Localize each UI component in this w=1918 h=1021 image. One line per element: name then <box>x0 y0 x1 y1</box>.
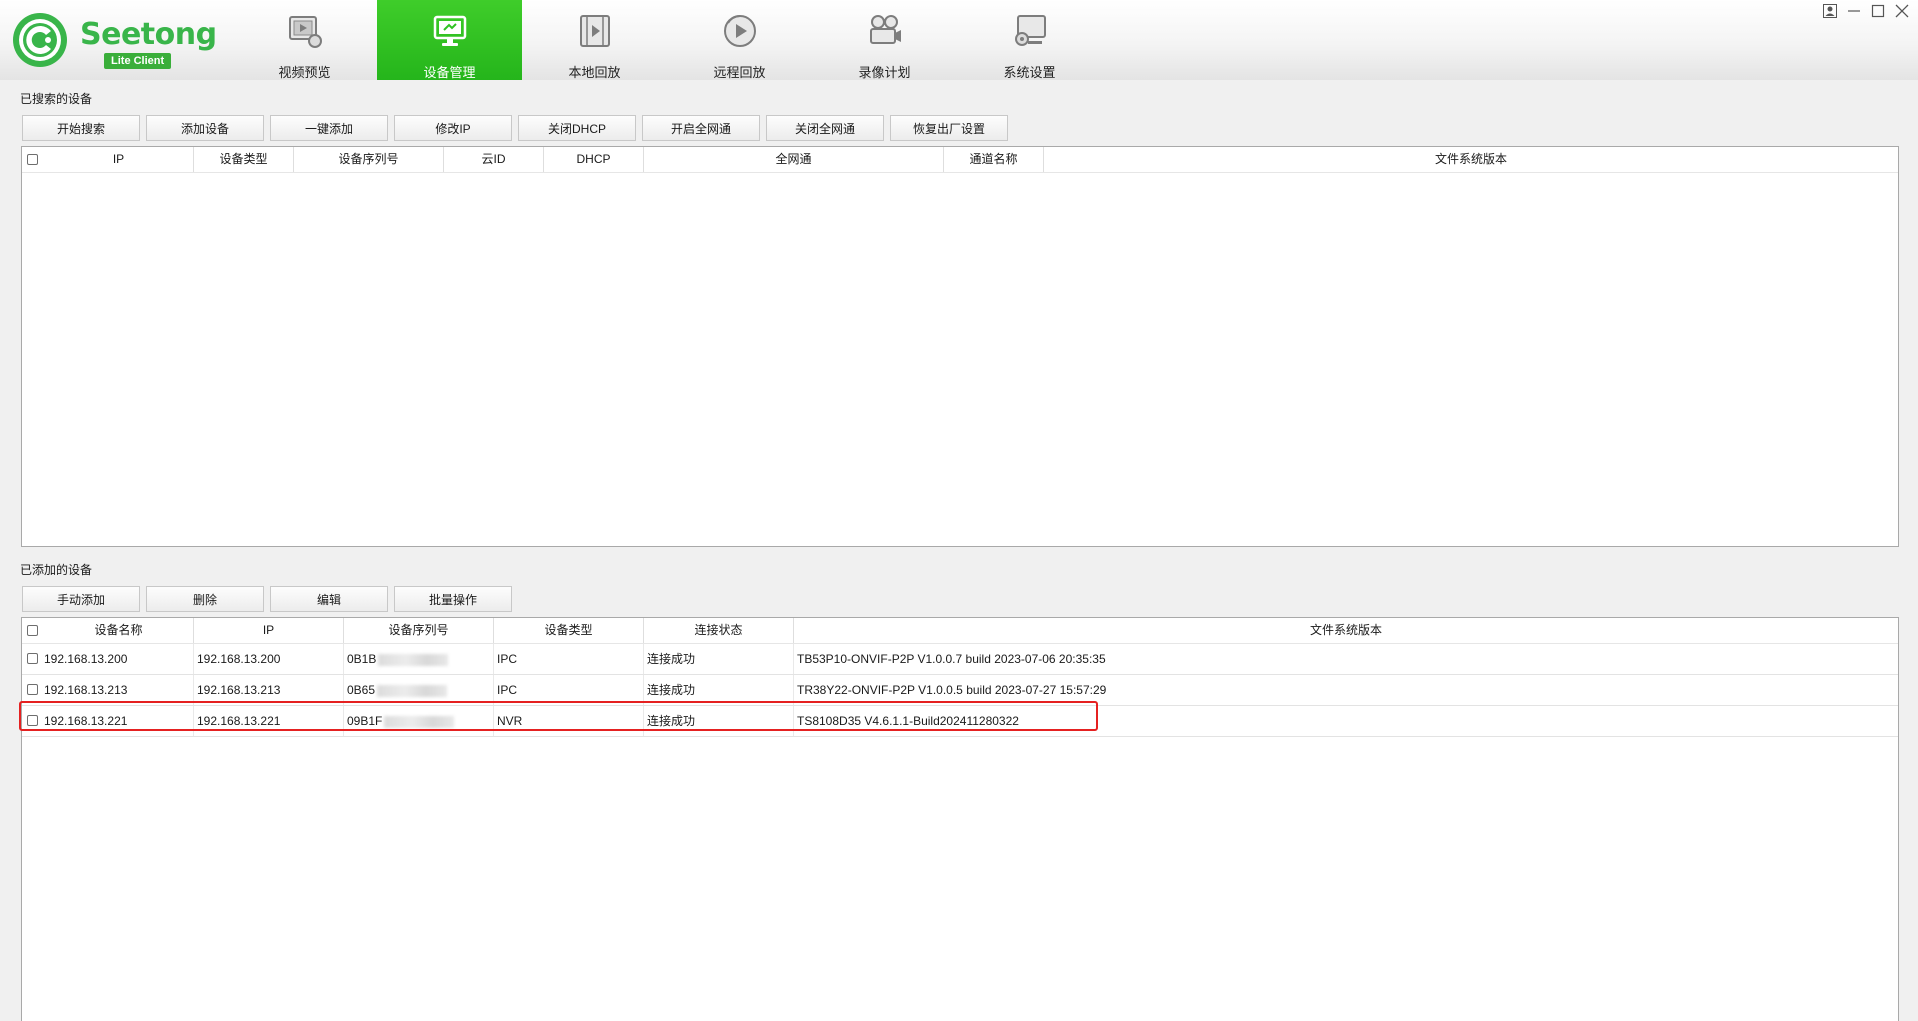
column-header[interactable]: 连接状态 <box>644 618 794 643</box>
column-header[interactable]: 全网通 <box>644 147 944 172</box>
manual-add-button[interactable]: 手动添加 <box>22 586 140 612</box>
added-devices-table: 设备名称 IP 设备序列号 设备类型 连接状态 文件系统版本 192.168.1… <box>21 617 1899 1021</box>
table-row[interactable]: 192.168.13.221 192.168.13.221 09B1F NVR … <box>22 706 1898 737</box>
connection-status-cell: 连接成功 <box>644 675 794 705</box>
app-header: Seetong Lite Client 视频预览 设备管理 本地回放 远程回放 … <box>0 0 1918 80</box>
start-search-button[interactable]: 开始搜索 <box>22 115 140 141</box>
searched-devices-title: 已搜索的设备 <box>20 92 93 106</box>
redacted-serial <box>377 684 448 697</box>
user-icon[interactable] <box>1820 1 1840 21</box>
added-toolbar: 手动添加 删除 编辑 批量操作 <box>22 586 512 612</box>
tab-label: 设备管理 <box>423 65 476 80</box>
tab-label: 系统设置 <box>1003 65 1056 80</box>
added-devices-title: 已添加的设备 <box>20 563 93 577</box>
disable-dhcp-button[interactable]: 关闭DHCP <box>518 115 636 141</box>
device-type-cell: IPC <box>494 644 644 674</box>
logo-wordmark: Seetong <box>80 17 217 52</box>
window-controls <box>1820 1 1912 21</box>
device-name-cell: 192.168.13.213 <box>41 675 194 705</box>
seetong-logo: Seetong Lite Client <box>12 10 217 74</box>
row-checkbox[interactable] <box>27 684 38 695</box>
row-checkbox[interactable] <box>27 653 38 664</box>
tab-remote-playback[interactable]: 远程回放 <box>667 0 812 80</box>
tab-local-playback[interactable]: 本地回放 <box>522 0 667 80</box>
connection-status-cell: 连接成功 <box>644 706 794 736</box>
searched-toolbar: 开始搜索 添加设备 一键添加 修改IP 关闭DHCP 开启全网通 关闭全网通 恢… <box>22 115 1008 141</box>
tab-device-management[interactable]: 设备管理 <box>377 0 522 80</box>
column-header[interactable]: 文件系统版本 <box>1044 147 1898 172</box>
tab-record-schedule[interactable]: 录像计划 <box>812 0 957 80</box>
batch-operation-button[interactable]: 批量操作 <box>394 586 512 612</box>
modify-ip-button[interactable]: 修改IP <box>394 115 512 141</box>
connection-status-cell: 连接成功 <box>644 644 794 674</box>
column-header[interactable]: DHCP <box>544 147 644 172</box>
table-row[interactable]: 192.168.13.200 192.168.13.200 0B1B IPC 连… <box>22 644 1898 675</box>
column-header[interactable]: 云ID <box>444 147 544 172</box>
firmware-version-cell: TB53P10-ONVIF-P2P V1.0.0.7 build 2023-07… <box>797 652 1106 666</box>
local-playback-icon <box>579 15 610 47</box>
firmware-version-cell: TR38Y22-ONVIF-P2P V1.0.0.5 build 2023-07… <box>797 683 1107 697</box>
disable-all-network-button[interactable]: 关闭全网通 <box>766 115 884 141</box>
enable-all-network-button[interactable]: 开启全网通 <box>642 115 760 141</box>
tab-label: 远程回放 <box>713 65 766 80</box>
searched-table-header: IP 设备类型 设备序列号 云ID DHCP 全网通 通道名称 文件系统版本 <box>22 147 1898 173</box>
logo-badge: Lite Client <box>104 53 172 69</box>
row-checkbox[interactable] <box>27 715 38 726</box>
device-name-cell: 192.168.13.221 <box>41 706 194 736</box>
tab-video-preview[interactable]: 视频预览 <box>232 0 377 80</box>
column-header[interactable]: 文件系统版本 <box>794 618 1898 643</box>
video-preview-icon <box>288 16 322 48</box>
edit-button[interactable]: 编辑 <box>270 586 388 612</box>
redacted-serial <box>384 715 455 728</box>
close-icon[interactable] <box>1892 1 1912 21</box>
table-row[interactable]: 192.168.13.213 192.168.13.213 0B65 IPC 连… <box>22 675 1898 706</box>
serial-cell: 09B1F <box>344 706 494 736</box>
firmware-version-cell: TS8108D35 V4.6.1.1-Build202411280322 <box>797 714 1019 728</box>
serial-cell: 0B65 <box>344 675 494 705</box>
searched-devices-table: IP 设备类型 设备序列号 云ID DHCP 全网通 通道名称 文件系统版本 <box>21 146 1899 547</box>
column-header[interactable]: 设备类型 <box>494 618 644 643</box>
system-settings-icon <box>1014 15 1046 46</box>
factory-reset-button[interactable]: 恢复出厂设置 <box>890 115 1008 141</box>
tab-label: 视频预览 <box>278 65 331 80</box>
column-header[interactable]: IP <box>194 618 344 643</box>
ip-cell: 192.168.13.221 <box>194 706 344 736</box>
column-header[interactable]: 设备类型 <box>194 147 294 172</box>
ip-cell: 192.168.13.200 <box>194 644 344 674</box>
add-device-button[interactable]: 添加设备 <box>146 115 264 141</box>
delete-button[interactable]: 删除 <box>146 586 264 612</box>
serial-cell: 0B1B <box>344 644 494 674</box>
device-name-cell: 192.168.13.200 <box>41 644 194 674</box>
redacted-serial <box>378 653 449 666</box>
column-header[interactable]: 设备序列号 <box>344 618 494 643</box>
ip-cell: 192.168.13.213 <box>194 675 344 705</box>
seetong-logo-icon <box>13 13 67 67</box>
select-all-checkbox[interactable] <box>27 154 38 165</box>
column-header[interactable]: 设备名称 <box>44 618 194 643</box>
select-all-checkbox[interactable] <box>27 625 38 636</box>
remote-playback-icon <box>723 15 756 47</box>
tab-system-settings[interactable]: 系统设置 <box>957 0 1102 80</box>
minimize-icon[interactable] <box>1844 1 1864 21</box>
device-type-cell: IPC <box>494 675 644 705</box>
main-nav: 视频预览 设备管理 本地回放 远程回放 录像计划 系统设置 <box>232 0 1102 80</box>
tab-label: 本地回放 <box>568 65 621 80</box>
one-click-add-button[interactable]: 一键添加 <box>270 115 388 141</box>
device-type-cell: NVR <box>494 706 644 736</box>
column-header[interactable]: 设备序列号 <box>294 147 444 172</box>
maximize-icon[interactable] <box>1868 1 1888 21</box>
column-header[interactable]: 通道名称 <box>944 147 1044 172</box>
added-table-header: 设备名称 IP 设备序列号 设备类型 连接状态 文件系统版本 <box>22 618 1898 644</box>
record-schedule-icon <box>869 15 901 44</box>
column-header[interactable]: IP <box>44 147 194 172</box>
tab-label: 录像计划 <box>858 65 911 80</box>
device-management-icon <box>433 15 466 46</box>
